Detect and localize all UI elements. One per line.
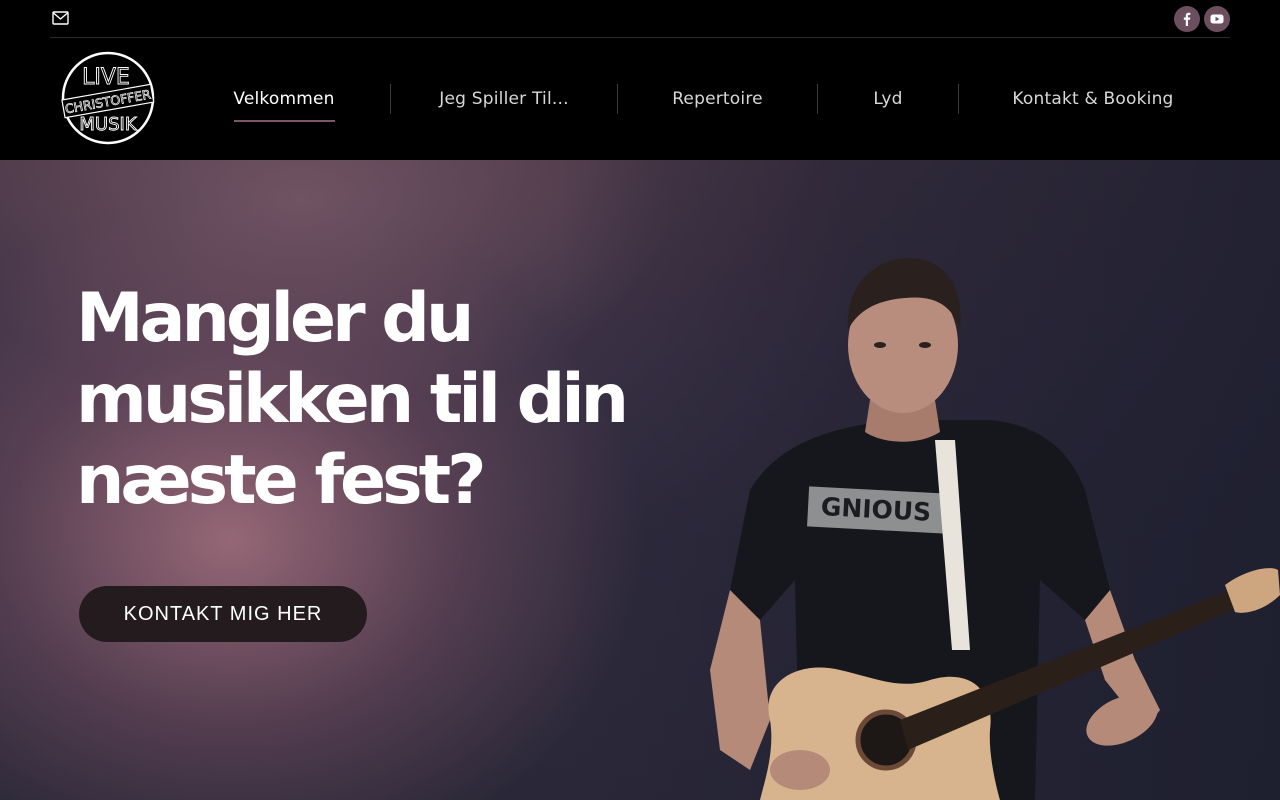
shirt-print-text: GNIOUS [820, 492, 932, 527]
logo-text-live: LIVE [82, 65, 130, 90]
top-bar-inner [50, 0, 1230, 38]
top-bar [0, 0, 1280, 38]
nav-item-jeg-spiller-til[interactable]: Jeg Spiller Til... [391, 38, 617, 160]
mail-icon[interactable] [52, 11, 69, 25]
nav-item-velkommen[interactable]: Velkommen [178, 38, 390, 160]
youtube-icon [1210, 14, 1224, 24]
hero-headline: Mangler du musikken til din næste fest? [76, 278, 656, 521]
facebook-link[interactable] [1174, 6, 1200, 32]
headline-line: Mangler du [76, 279, 474, 358]
nav-item-label: Repertoire [672, 89, 763, 109]
nav-item-label: Kontakt & Booking [1012, 89, 1174, 109]
nav-item-kontakt-booking[interactable]: Kontakt & Booking [959, 38, 1227, 160]
nav-item-label: Velkommen [233, 89, 335, 109]
logo-text-musik: MUSIK [79, 114, 137, 135]
nav-item-label: Jeg Spiller Til... [439, 89, 569, 109]
youtube-link[interactable] [1204, 6, 1230, 32]
nav-item-lyd[interactable]: Lyd [818, 38, 958, 160]
nav-item-label: Lyd [873, 89, 903, 109]
active-underline [234, 120, 335, 122]
site-logo[interactable]: LIVE CHRISTOFFER MUSIK [60, 50, 156, 146]
musician-photo: GNIOUS [710, 258, 1280, 800]
main-header: LIVE CHRISTOFFER MUSIK Velkommen Jeg Spi… [0, 38, 1280, 160]
hero-section: Mangler du musikken til din næste fest? … [0, 160, 1280, 800]
social-links [1174, 6, 1230, 32]
headline-line: næste fest? [76, 441, 487, 520]
contact-cta-button[interactable]: KONTAKT MIG HER [79, 586, 367, 642]
headline-line: musikken til din [76, 360, 629, 439]
main-nav: Velkommen Jeg Spiller Til... Repertoire … [178, 38, 1227, 160]
facebook-icon [1183, 12, 1191, 26]
nav-item-repertoire[interactable]: Repertoire [618, 38, 817, 160]
